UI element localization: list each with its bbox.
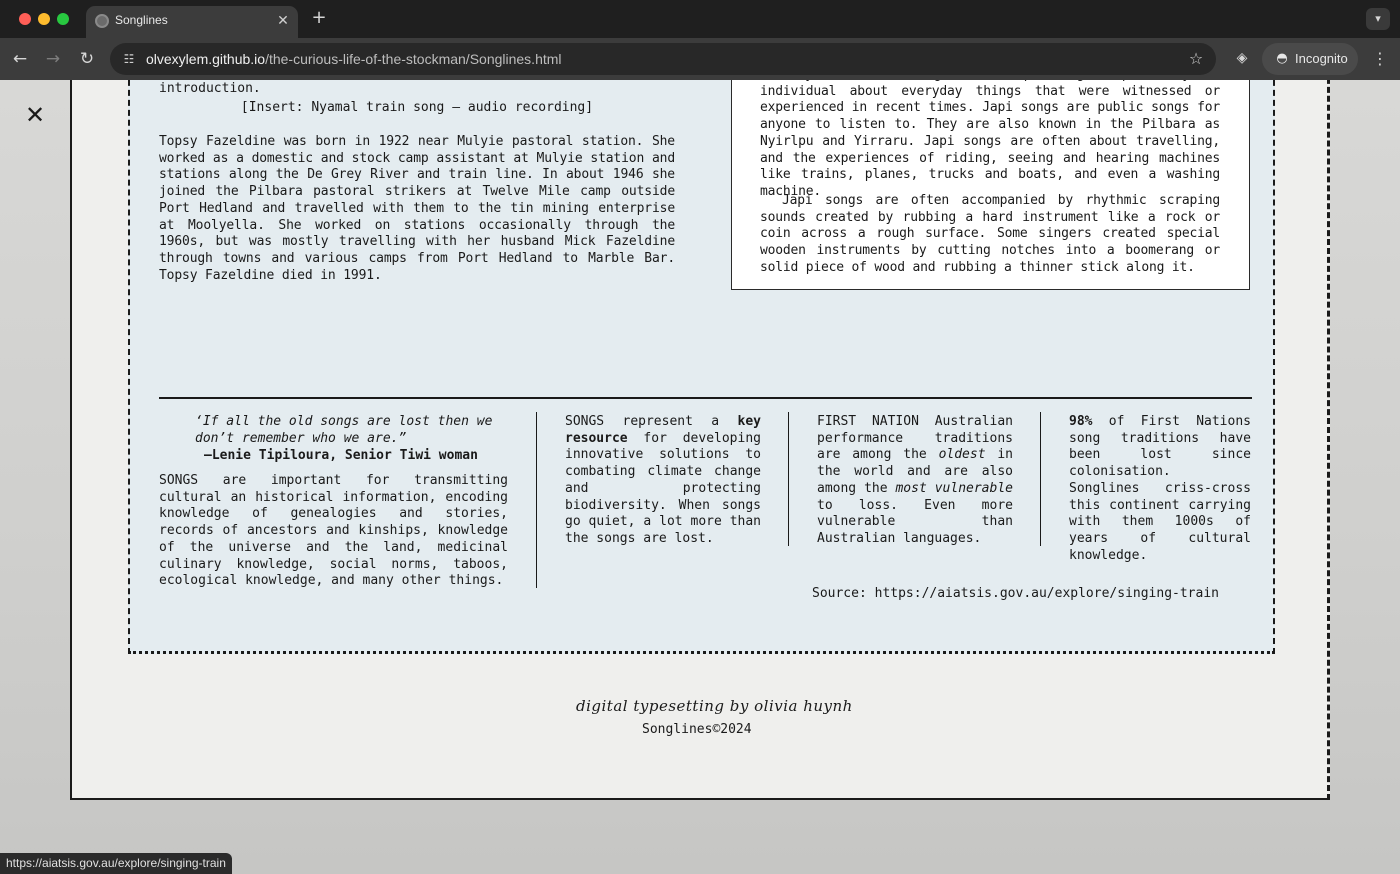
tab-songlines[interactable]: Songlines ✕ xyxy=(86,6,298,38)
status-bar-url: https://aiatsis.gov.au/explore/singing-t… xyxy=(0,853,232,874)
incognito-badge[interactable]: ◓ Incognito xyxy=(1262,43,1358,75)
tab-bar: Songlines ✕ + ▾ xyxy=(0,0,1400,38)
songlines-crisscross: Songlines criss-cross this continent car… xyxy=(1069,480,1251,563)
address-bar[interactable]: ☷ olvexylem.github.io/the-curious-life-o… xyxy=(110,43,1216,75)
tiwi-quote: ‘If all the old songs are lost then we d… xyxy=(195,414,493,446)
url-path: /the-curious-life-of-the-stockman/Songli… xyxy=(265,51,562,67)
source-link[interactable]: Source: https://aiatsis.gov.au/explore/s… xyxy=(812,586,1219,601)
tab-search-button[interactable]: ▾ xyxy=(1366,8,1390,30)
japi-song-note: The Nyamal train song is a Japi song com… xyxy=(731,80,1250,290)
lost-traditions-stat: 98% of First Nations song traditions hav… xyxy=(1069,414,1251,481)
stat-98-percent: 98% xyxy=(1069,414,1093,429)
page-viewport: ✕ be made public. Listen to the train so… xyxy=(0,80,1400,874)
oldest-emphasis: oldest xyxy=(938,447,986,463)
incognito-label: Incognito xyxy=(1295,51,1348,66)
page-paper: be made public. Listen to the train song… xyxy=(70,80,1330,800)
bookmark-star-icon[interactable]: ☆ xyxy=(1186,49,1206,69)
new-tab-button[interactable]: + xyxy=(309,8,329,28)
quote-attribution: —Lenie Tipiloura, Senior Tiwi woman xyxy=(204,448,478,463)
column-divider xyxy=(536,412,537,588)
key-resource-post: for developing innovative solutions to c… xyxy=(565,430,761,546)
copyright-text: Songlines©2024 xyxy=(642,722,752,737)
url-text[interactable]: olvexylem.github.io/the-curious-life-of-… xyxy=(146,51,562,67)
reload-icon[interactable]: ↻ xyxy=(75,47,99,71)
songlines-panel: be made public. Listen to the train song… xyxy=(128,80,1275,654)
section-divider xyxy=(159,397,1252,399)
globe-icon xyxy=(95,14,109,28)
key-resource-text: SONGS represent a key resource for devel… xyxy=(565,414,761,548)
first-nation-text: FIRST NATION Australian performance trad… xyxy=(817,414,1013,548)
site-info-icon[interactable]: ☷ xyxy=(120,50,138,68)
incognito-icon: ◓ xyxy=(1276,51,1288,66)
column-divider xyxy=(1040,412,1041,546)
typesetting-signature: digital typesetting by olivia huynh xyxy=(576,697,853,715)
audio-insert-placeholder: [Insert: Nyamal train song – audio recor… xyxy=(240,100,594,115)
tab-title: Songlines xyxy=(115,13,168,27)
note-paragraph-1: The Nyamal train song is a Japi song com… xyxy=(760,80,1220,199)
intro-text: be made public. Listen to the train song… xyxy=(159,80,261,96)
close-icon[interactable]: ✕ xyxy=(24,103,46,127)
note-paragraph-2: Japi songs are often accompanied by rhyt… xyxy=(760,193,1220,275)
browser-toolbar: ← → ↻ ☷ olvexylem.github.io/the-curious-… xyxy=(0,38,1400,80)
lost-traditions-text: 98% of First Nations song traditions hav… xyxy=(1069,414,1251,564)
close-window-button[interactable] xyxy=(19,13,31,25)
extension-icon[interactable]: ◈ xyxy=(1231,47,1253,69)
minimize-window-button[interactable] xyxy=(38,13,50,25)
key-resource-pre: SONGS represent a xyxy=(565,414,738,429)
column-divider xyxy=(788,412,789,546)
songs-importance-text: SONGS are important for transmitting cul… xyxy=(159,473,508,589)
stat-text: of First Nations song traditions have be… xyxy=(1069,414,1251,480)
maximize-window-button[interactable] xyxy=(57,13,69,25)
url-host: olvexylem.github.io xyxy=(146,51,266,67)
topsy-fazeldine-bio: Topsy Fazeldine was born in 1922 near Mu… xyxy=(159,134,675,283)
first-nation-c: to loss. Even more vulnerable than Austr… xyxy=(817,497,1013,546)
tab-close-icon[interactable]: ✕ xyxy=(274,12,292,30)
most-vulnerable-emphasis: most vulnerable xyxy=(895,480,1013,496)
back-arrow-icon[interactable]: ← xyxy=(8,47,32,71)
more-menu-icon[interactable]: ⋮ xyxy=(1370,47,1390,71)
forward-arrow-icon[interactable]: → xyxy=(41,47,65,71)
